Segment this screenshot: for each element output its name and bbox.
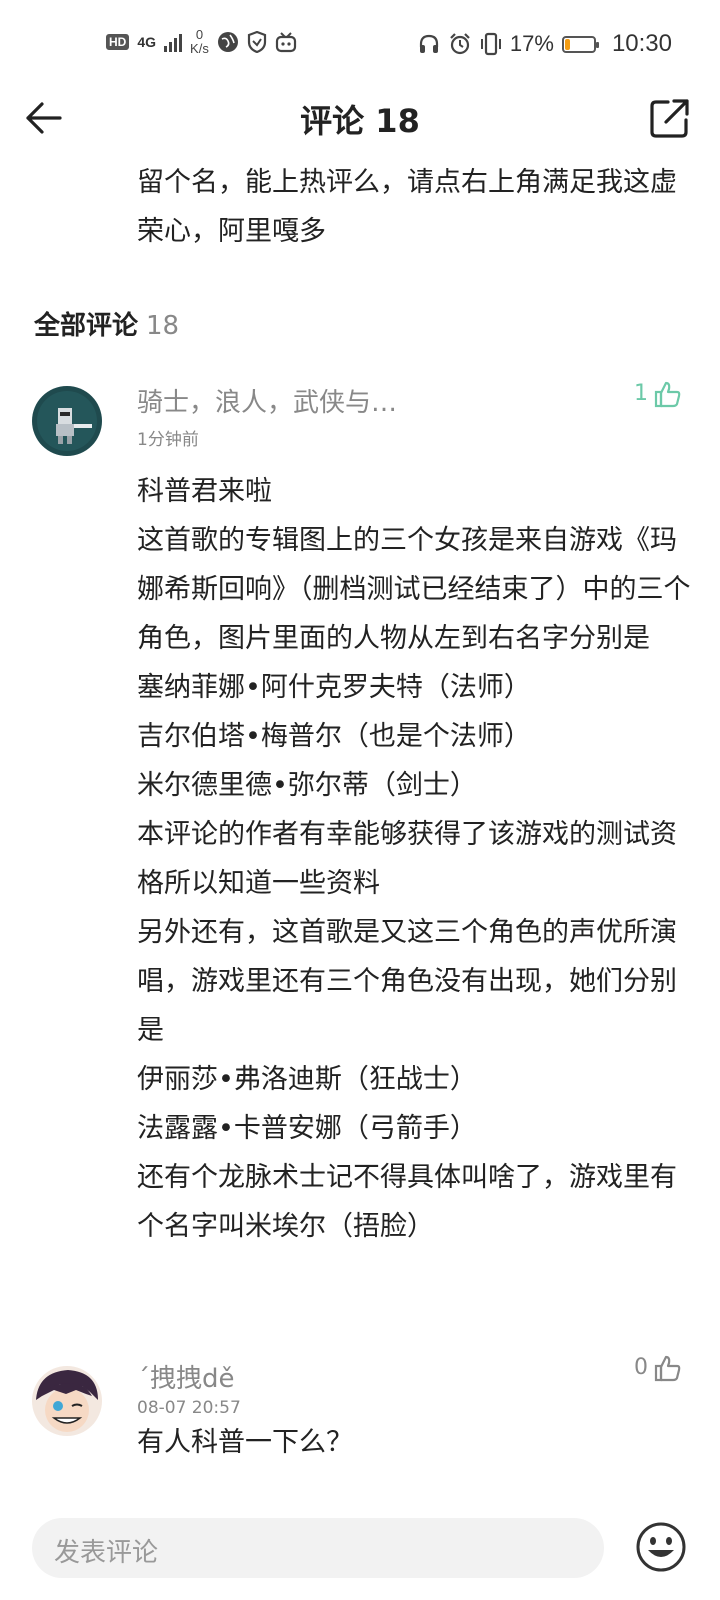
comment-input[interactable]: 发表评论 — [32, 1518, 604, 1578]
like-count: 0 — [634, 1355, 648, 1380]
comment-body: 有人科普一下么？ — [137, 1427, 353, 1458]
like-button[interactable]: 1 — [634, 380, 682, 408]
clock: 10:30 — [611, 30, 672, 57]
all-comments-count: 18 — [146, 311, 180, 341]
smiley-icon — [636, 1522, 686, 1572]
network-speed: 0 K/s — [190, 28, 209, 56]
alarm-icon — [450, 33, 470, 55]
vibrate-icon — [480, 32, 501, 56]
comment-time: 08-07 20:57 — [137, 1398, 241, 1418]
like-count: 1 — [634, 381, 648, 406]
comment-input-placeholder: 发表评论 — [54, 1538, 159, 1568]
globe-icon — [217, 32, 238, 52]
thumbs-up-icon — [654, 381, 681, 408]
signal-icon — [164, 32, 183, 52]
comment-input-bar: 发表评论 — [0, 1496, 720, 1600]
status-left-icons: HD 4G 0 K/s — [106, 28, 297, 56]
status-right-icons: 17% 10:30 — [418, 30, 672, 58]
comment-username[interactable]: 骑士，浪人，武侠与… — [137, 382, 397, 419]
share-icon — [650, 99, 689, 138]
all-comments-header: 全部评论 18 — [34, 305, 179, 342]
headphones-icon — [419, 34, 438, 53]
anime-avatar-icon — [32, 1366, 102, 1436]
page-title: 评论 18 — [300, 102, 420, 140]
thumbs-up-icon — [654, 1355, 681, 1382]
avatar[interactable] — [32, 386, 102, 456]
shield-icon — [247, 31, 266, 53]
emoji-button[interactable] — [634, 1520, 688, 1574]
battery-percent: 17% — [509, 31, 554, 56]
knight-avatar-icon — [32, 386, 102, 456]
hd-badge: HD — [106, 34, 130, 50]
title-bar: 评论 18 — [0, 92, 720, 144]
speed-value: 0 — [195, 27, 204, 42]
all-comments-label: 全部评论 — [34, 311, 139, 341]
avatar[interactable] — [32, 1366, 102, 1436]
battery-level — [564, 38, 571, 50]
intro-text: 留个名，能上热评么，请点右上角满足我这虚荣心，阿里嘎多 — [137, 167, 677, 247]
comment-username[interactable]: ´拽拽dě — [137, 1358, 235, 1395]
battery-icon — [561, 35, 599, 53]
status-bar: HD 4G 0 K/s 17% 10:30 — [0, 0, 720, 92]
like-button[interactable]: 0 — [634, 1354, 682, 1382]
comment-time: 1分钟前 — [137, 430, 199, 450]
share-button[interactable] — [648, 96, 692, 140]
comment-body: 科普君来啦 这首歌的专辑图上的三个女孩是来自游戏《玛娜希斯回响》（删档测试已经结… — [137, 476, 691, 1242]
speed-unit: K/s — [190, 41, 209, 56]
network-type: 4G — [137, 34, 157, 50]
tv-icon — [275, 32, 296, 53]
